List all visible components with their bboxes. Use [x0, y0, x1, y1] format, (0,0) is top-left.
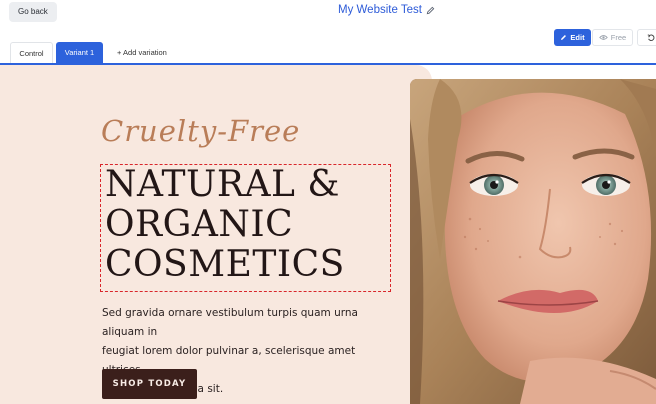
undo-icon	[647, 33, 655, 41]
editor-toolbar: Go back My Website Test Edit Free Contro…	[0, 0, 656, 65]
free-preview-button[interactable]: Free	[592, 29, 633, 46]
page-preview-canvas: Cruelty-Free NATURAL & ORGANIC COSMETICS…	[0, 65, 656, 404]
eye-icon	[598, 35, 608, 40]
site-title[interactable]: My Website Test	[338, 3, 435, 17]
edit-button[interactable]: Edit	[554, 29, 591, 46]
tab-control[interactable]: Control	[10, 42, 53, 63]
body-line-1: Sed gravida ornare vestibulum turpis qua…	[102, 307, 358, 338]
hero-headline-selected[interactable]: NATURAL & ORGANIC COSMETICS	[100, 164, 391, 292]
free-button-label: Free	[610, 33, 627, 42]
edit-button-label: Edit	[570, 33, 585, 42]
pencil-icon[interactable]	[426, 6, 435, 15]
site-title-text: My Website Test	[338, 4, 422, 16]
hero-script-title[interactable]: Cruelty-Free	[101, 114, 300, 148]
hero-portrait-image[interactable]	[410, 79, 656, 404]
headline-line-3: COSMETICS	[105, 244, 345, 285]
headline-line-2: ORGANIC	[105, 204, 294, 245]
shop-today-button[interactable]: SHOP TODAY	[102, 369, 197, 399]
undo-button[interactable]	[637, 29, 656, 46]
go-back-button[interactable]: Go back	[9, 2, 57, 22]
portrait-illustration	[410, 79, 656, 404]
tab-variant-1[interactable]: Variant 1	[56, 42, 103, 63]
pencil-icon	[561, 35, 567, 40]
add-variation-button[interactable]: + Add variation	[108, 42, 176, 63]
headline-line-1: NATURAL &	[105, 164, 340, 205]
